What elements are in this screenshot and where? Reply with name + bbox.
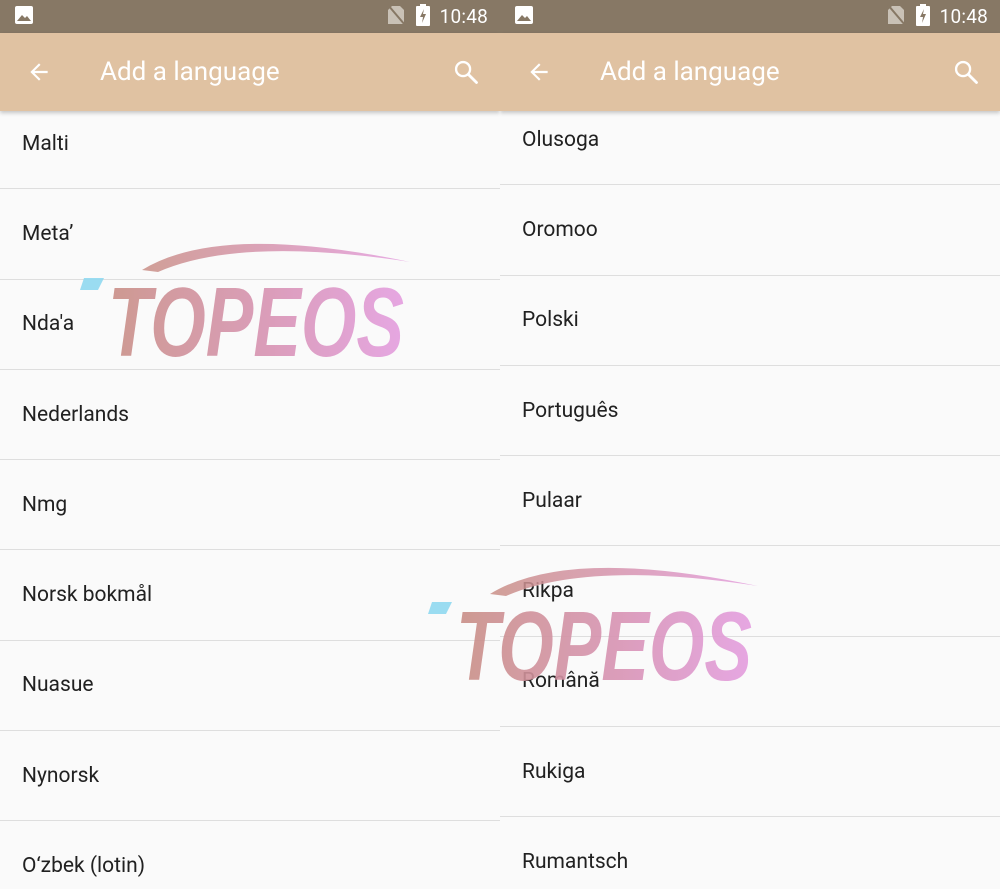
no-sim-icon [886, 3, 906, 30]
search-icon [954, 60, 978, 84]
language-item[interactable]: Nda'a [0, 280, 500, 370]
language-item[interactable]: Nederlands [0, 370, 500, 461]
back-button[interactable] [0, 33, 78, 111]
language-item[interactable]: Română [500, 637, 1000, 728]
status-bar: 10:48 [0, 0, 500, 33]
language-list: Malti Meta’ Nda'a Nederlands Nmg Norsk b… [0, 99, 500, 889]
language-item[interactable]: O‘zbek (lotin) [0, 821, 500, 889]
battery-charging-icon [915, 3, 930, 30]
phone-screen-right: 10:48 Add a language Olusoga Oromoo Pols… [500, 0, 1000, 889]
image-icon [14, 5, 34, 29]
language-item[interactable]: Rumantsch [500, 817, 1000, 889]
language-list: Olusoga Oromoo Polski Português Pulaar R… [500, 95, 1000, 889]
language-item[interactable]: Polski [500, 276, 1000, 366]
status-bar: 10:48 [500, 0, 1000, 33]
language-item[interactable]: Meta’ [0, 189, 500, 280]
battery-charging-icon [415, 3, 430, 30]
language-item[interactable]: Norsk bokmål [0, 550, 500, 641]
no-sim-icon [386, 3, 406, 30]
page-title: Add a language [100, 57, 280, 87]
search-button[interactable] [432, 33, 500, 111]
search-icon [454, 60, 478, 84]
app-bar: Add a language [0, 33, 500, 111]
language-item[interactable]: Nynorsk [0, 731, 500, 822]
search-button[interactable] [932, 33, 1000, 111]
status-time: 10:48 [439, 5, 488, 28]
language-item[interactable]: Nuasue [0, 641, 500, 732]
phone-screen-left: 10:48 Add a language Malti Meta’ Nda'a N… [0, 0, 500, 889]
language-item[interactable]: Rukiga [500, 727, 1000, 818]
language-item[interactable]: Nmg [0, 460, 500, 551]
language-item[interactable]: Rikpa [500, 546, 1000, 637]
back-arrow-icon [530, 63, 548, 81]
language-item[interactable]: Malti [0, 99, 500, 190]
page-title: Add a language [600, 57, 780, 87]
back-arrow-icon [30, 63, 48, 81]
language-item[interactable]: Pulaar [500, 456, 1000, 547]
language-item[interactable]: Português [500, 366, 1000, 457]
app-bar: Add a language [500, 33, 1000, 111]
back-button[interactable] [500, 33, 578, 111]
status-time: 10:48 [939, 5, 988, 28]
image-icon [514, 5, 534, 29]
language-item[interactable]: Oromoo [500, 185, 1000, 276]
